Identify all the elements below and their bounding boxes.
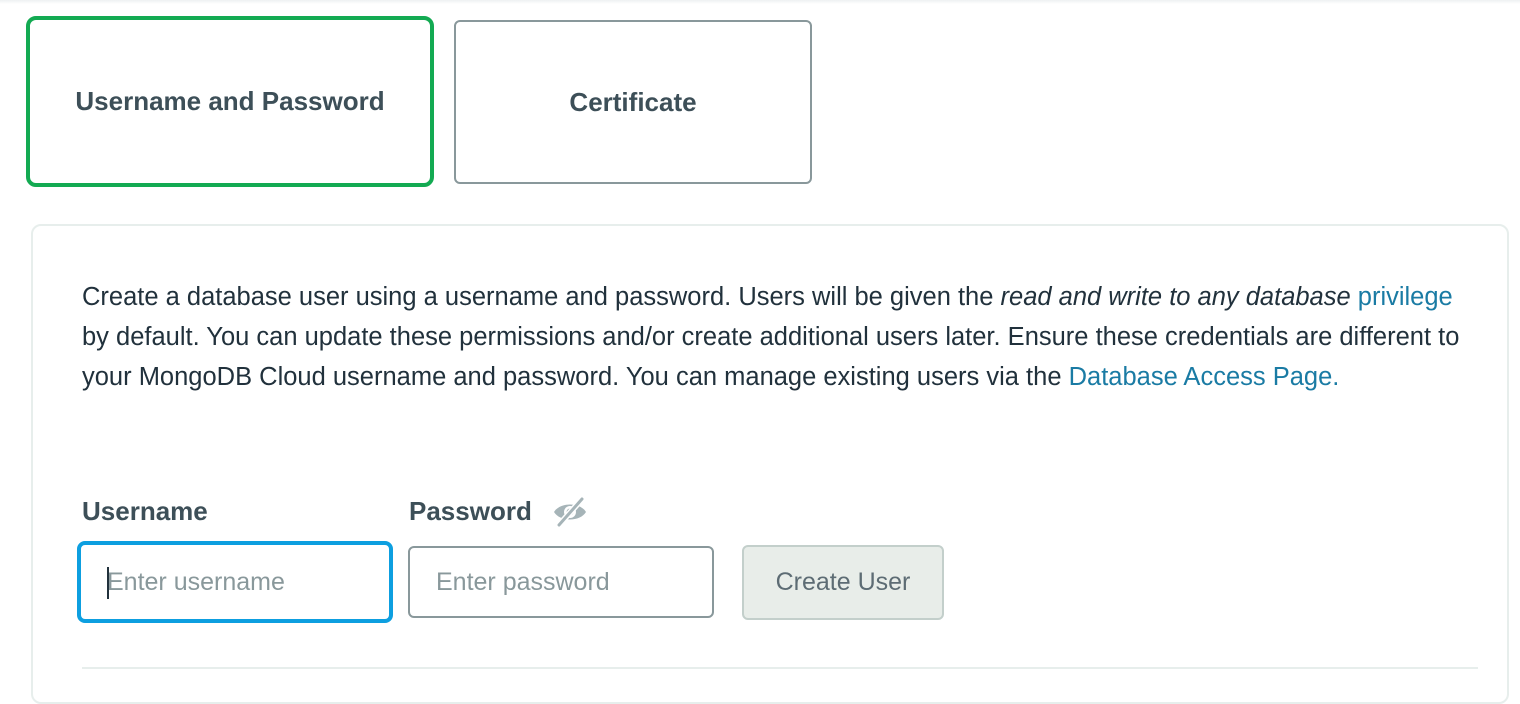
username-label: Username	[82, 496, 208, 526]
auth-method-label: Username and Password	[75, 86, 385, 116]
database-access-page-link[interactable]: Database Access Page.	[1069, 363, 1340, 391]
privilege-link[interactable]: privilege	[1358, 283, 1453, 311]
section-divider	[82, 667, 1478, 669]
create-user-button[interactable]: Create User	[742, 545, 944, 620]
description-text: Create a database user using a username …	[82, 277, 1482, 397]
auth-method-username-password-card[interactable]: Username and Password	[26, 16, 434, 187]
password-label: Password	[409, 496, 532, 526]
username-input[interactable]	[77, 541, 393, 623]
description-part-1: Create a database user using a username …	[82, 283, 1001, 311]
auth-method-label: Certificate	[569, 86, 697, 117]
privilege-emphasis: read and write to any database	[1000, 283, 1351, 311]
text-caret	[107, 567, 109, 599]
top-rule	[0, 0, 1520, 4]
password-input[interactable]	[408, 546, 714, 618]
eye-slash-icon[interactable]	[552, 496, 588, 528]
auth-method-certificate-card[interactable]: Certificate	[454, 20, 812, 184]
